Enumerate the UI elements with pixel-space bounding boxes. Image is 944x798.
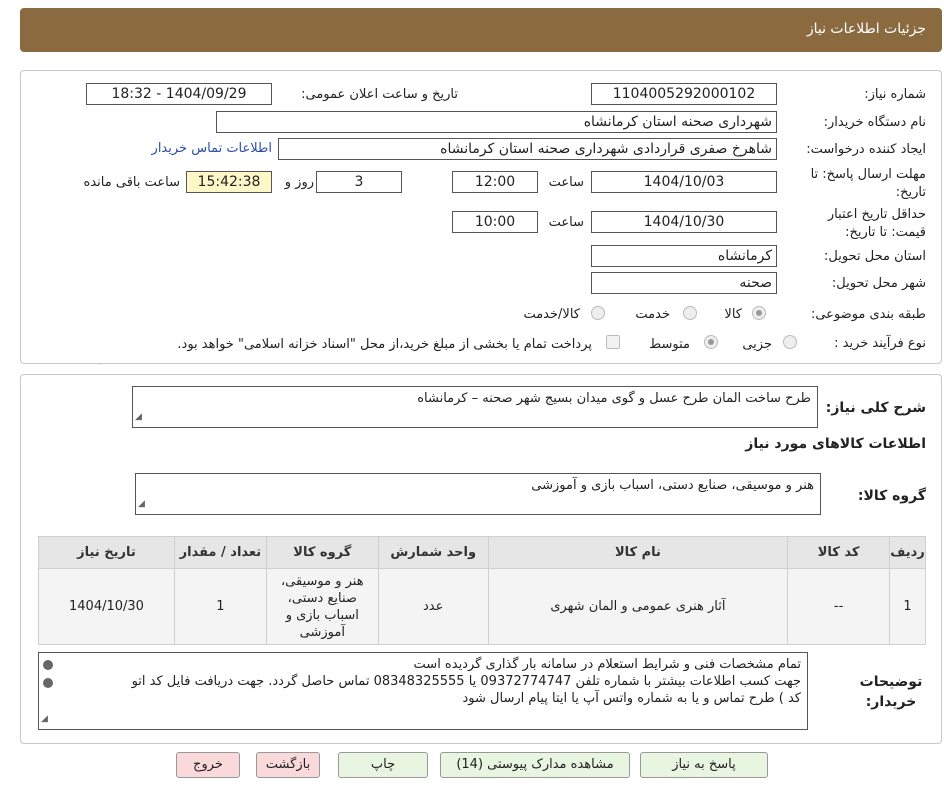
validity-label: حداقل تاریخ اعتبار قیمت: تا تاریخ: (827, 207, 926, 240)
province-field: کرمانشاه (591, 245, 777, 267)
col-group: گروه کالا (265, 536, 379, 569)
category-option-both: کالا/خدمت (523, 307, 580, 322)
goods-group-text: هنر و موسیقی، صنایع دستی، اسباب بازی و آ… (531, 478, 814, 493)
buyer-org-label: نام دستگاه خریدار: (823, 115, 926, 130)
cell-date: 1404/10/30 (38, 568, 175, 645)
page-title: جزئیات اطلاعات نیاز (806, 21, 926, 37)
cell-unit: عدد (377, 568, 489, 645)
deadline-label: مهلت ارسال پاسخ: تا تاریخ: (810, 167, 926, 200)
resize-grip-icon[interactable]: ◢ (135, 409, 142, 426)
treasury-checkbox[interactable] (606, 335, 620, 349)
attachments-button[interactable]: مشاهده مدارک پیوستی (14) (440, 752, 630, 778)
scroll-down-icon[interactable] (43, 678, 53, 688)
table-header-row: ردیف کد کالا نام کالا واحد شمارش گروه کا… (38, 536, 926, 569)
back-button[interactable]: بازگشت (256, 752, 320, 778)
reply-button[interactable]: پاسخ به نیاز (640, 752, 768, 778)
scroll-up-icon[interactable] (43, 660, 53, 670)
need-description-label: شرح کلی نیاز: (825, 400, 926, 416)
buyer-org-field: شهرداری صحنه استان کرمانشاه (216, 111, 777, 133)
need-description-field[interactable]: طرح ساخت المان طرح عسل و گوی میدان بسیج … (132, 386, 818, 428)
resize-grip-icon[interactable]: ◢ (138, 496, 145, 513)
buyer-notes-line: تمام مشخصات فنی و شرایط استعلام در سامان… (413, 657, 801, 672)
col-date: تاریخ نیاز (38, 536, 175, 569)
remaining-time-field: 15:42:38 (186, 171, 272, 193)
city-field: صحنه (591, 272, 777, 294)
cell-quantity: 1 (173, 568, 267, 645)
cell-group: هنر و موسیقی، صنایع دستی، اسباب بازی و آ… (265, 568, 379, 645)
days-field: 3 (316, 171, 402, 193)
cell-code: -- (787, 568, 891, 645)
treasury-note: پرداخت تمام یا بخشی از مبلغ خرید،از محل … (177, 337, 592, 352)
buyer-notes-field[interactable]: تمام مشخصات فنی و شرایط استعلام در سامان… (38, 652, 808, 730)
cell-row: 1 (889, 568, 926, 645)
announce-label: تاریخ و ساعت اعلان عمومی: (301, 87, 458, 102)
need-number-label: شماره نیاز: (864, 87, 926, 102)
validity-time-field: 10:00 (452, 211, 538, 233)
process-label: نوع فرآیند خرید : (834, 336, 926, 351)
goods-table: ردیف کد کالا نام کالا واحد شمارش گروه کا… (38, 536, 926, 645)
deadline-time-field: 12:00 (452, 171, 538, 193)
exit-button[interactable]: خروج (176, 752, 240, 778)
category-option-service: خدمت (635, 307, 670, 322)
notes-scrollbar[interactable] (40, 652, 56, 728)
col-unit: واحد شمارش (377, 536, 489, 569)
process-radio-medium[interactable] (704, 335, 718, 349)
days-label: روز و (284, 175, 314, 190)
goods-group-field[interactable]: هنر و موسیقی، صنایع دستی، اسباب بازی و آ… (135, 473, 821, 515)
process-option-minor: جزیی (742, 337, 772, 352)
buyer-notes-line: کد ) طرح تماس و یا به شماره واتس آپ یا ا… (462, 691, 801, 706)
validity-time-label: ساعت (548, 215, 584, 230)
announce-field: 1404/09/29 - 18:32 (86, 83, 272, 105)
remaining-label: ساعت باقی مانده (83, 175, 180, 190)
deadline-date-field: 1404/10/03 (591, 171, 777, 193)
creator-label: ایجاد کننده درخواست: (806, 142, 926, 157)
category-option-goods: کالا (724, 307, 742, 322)
goods-info-title: اطلاعات کالاهای مورد نیاز (745, 436, 926, 452)
city-label: شهر محل تحویل: (831, 276, 926, 291)
goods-group-label: گروه کالا: (857, 488, 926, 504)
buyer-notes-label: توضیحات خریدار: (859, 674, 923, 710)
page-header: جزئیات اطلاعات نیاز (20, 8, 942, 52)
process-option-medium: متوسط (649, 337, 690, 352)
col-code: کد کالا (787, 536, 891, 569)
buyer-notes-line: جهت کسب اطلاعات بیشتر با شماره تلفن 0937… (131, 674, 801, 689)
cell-name: آثار هنری عمومی و المان شهری (487, 568, 789, 645)
process-radio-minor[interactable] (783, 335, 797, 349)
need-description-text: طرح ساخت المان طرح عسل و گوی میدان بسیج … (417, 391, 811, 406)
buyer-contact-link[interactable]: اطلاعات تماس خریدار (152, 141, 272, 156)
need-number-field: 1104005292000102 (591, 83, 777, 105)
deadline-time-label: ساعت (548, 175, 584, 190)
category-radio-both[interactable] (591, 306, 605, 320)
creator-field: شاهرخ صفری قراردادی شهرداری صحنه استان ک… (278, 138, 777, 160)
col-quantity: تعداد / مقدار (173, 536, 267, 569)
category-radio-goods[interactable] (752, 306, 766, 320)
province-label: استان محل تحویل: (824, 249, 926, 264)
print-button[interactable]: چاپ (338, 752, 428, 778)
category-radio-service[interactable] (683, 306, 697, 320)
col-name: نام کالا (487, 536, 789, 569)
category-label: طبقه بندی موضوعی: (810, 307, 926, 322)
col-row: ردیف (889, 536, 926, 569)
validity-date-field: 1404/10/30 (591, 211, 777, 233)
table-row: 1 -- آثار هنری عمومی و المان شهری عدد هن… (38, 568, 926, 645)
